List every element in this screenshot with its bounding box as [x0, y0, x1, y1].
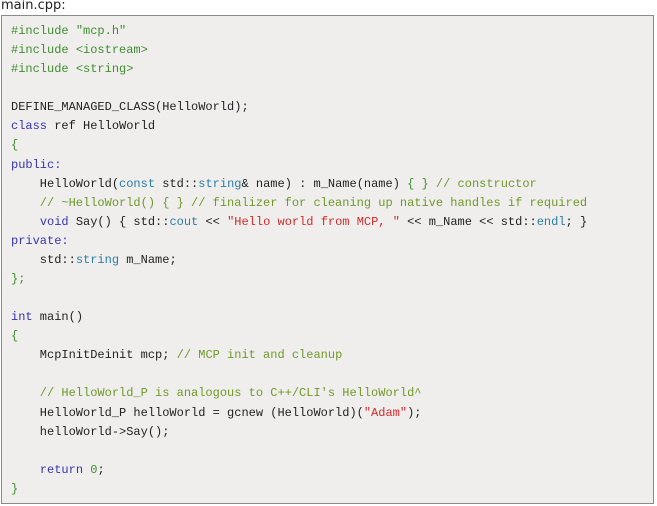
code-line: HelloWorld_P helloWorld = gcnew (HelloWo…	[11, 404, 587, 423]
code-token-type: string	[75, 252, 120, 267]
code-token-plain: McpInitDeinit mcp;	[11, 348, 177, 363]
code-line: public:	[11, 156, 587, 175]
code-token-inc: "mcp.h"	[75, 24, 127, 38]
code-token-plain: main()	[32, 310, 84, 325]
code-line: }	[11, 480, 587, 499]
code-token-kw: int	[11, 310, 33, 325]
code-token-inc: <string>	[75, 62, 134, 77]
code-token-brace: {	[11, 329, 19, 344]
code-token-pre: #include	[11, 62, 76, 77]
code-line: helloWorld->Say();	[11, 423, 587, 442]
code-token-type: cout	[169, 214, 199, 229]
code-line: return 0;	[11, 461, 587, 480]
code-token-plain: std::	[155, 176, 199, 191]
code-token-com: // constructor	[428, 176, 537, 191]
code-token-type: endl	[536, 214, 566, 229]
code-token-plain: << m_Name << std::	[399, 214, 537, 229]
code-line: DEFINE_MANAGED_CLASS(HelloWorld);	[11, 98, 587, 117]
code-line: // HelloWorld_P is analogous to C++/CLI'…	[11, 384, 587, 403]
code-token-plain: std::	[11, 252, 76, 267]
code-line: #include <iostream>	[11, 41, 587, 60]
code-listing: #include "mcp.h" #include <iostream> #incl…	[11, 22, 587, 499]
code-token-brace: }	[11, 481, 19, 496]
code-token-pre: #include	[11, 43, 76, 58]
file-name-label: main.cpp:	[1, 0, 66, 13]
code-token-brace: {	[11, 138, 19, 153]
code-token-plain: & name) : m_Name(name)	[241, 176, 408, 191]
code-token-str: "Hello world from MCP, "	[227, 214, 400, 229]
code-token-type: const	[119, 176, 156, 191]
code-line: };	[11, 270, 587, 289]
code-line: {	[11, 327, 587, 346]
code-token-kw: public:	[11, 157, 62, 172]
code-line: class ref HelloWorld	[11, 117, 587, 136]
code-line: McpInitDeinit mcp; // MCP init and clean…	[11, 346, 587, 365]
code-line: #include <string>	[11, 60, 587, 79]
code-line: {	[11, 136, 587, 155]
code-token-kw: private:	[11, 233, 69, 248]
code-token-type: string	[198, 176, 242, 191]
code-block: #include "mcp.h" #include <iostream> #incl…	[1, 15, 654, 504]
code-token-com: // HelloWorld_P is analogous to C++/CLI'…	[11, 386, 422, 401]
code-line: #include "mcp.h"	[11, 22, 587, 41]
code-token-inc: <iostream>	[75, 43, 148, 58]
code-token-kw: void	[39, 214, 69, 229]
code-line: int main()	[11, 308, 587, 327]
code-token-pre: #include	[11, 24, 76, 38]
code-line: void Say() { std::cout << "Hello world f…	[11, 213, 587, 232]
code-token-plain: <<	[198, 214, 228, 229]
code-token-kw: class	[11, 119, 48, 134]
code-line: private:	[11, 232, 587, 251]
code-token-plain: HelloWorld(	[11, 176, 120, 191]
code-token-com: // MCP init and cleanup	[176, 348, 343, 363]
code-token-plain: m_Name;	[119, 252, 177, 267]
code-token-plain: ref HelloWorld	[47, 119, 156, 134]
code-line: HelloWorld(const std::string& name) : m_…	[11, 175, 587, 194]
code-token-plain: ;	[97, 462, 105, 477]
code-token-brace: };	[11, 272, 26, 287]
code-line: std::string m_Name;	[11, 251, 587, 270]
code-token-brace: { }	[407, 176, 429, 191]
code-token-plain: HelloWorld_P helloWorld = gcnew (HelloWo…	[11, 405, 364, 420]
code-token-plain: ; }	[565, 214, 588, 229]
code-token-str: "Adam"	[363, 405, 408, 420]
code-line: // ~HelloWorld() { } // finalizer for cl…	[11, 194, 587, 213]
code-token-com: // ~HelloWorld() { } // finalizer for cl…	[11, 195, 588, 210]
code-token-plain: helloWorld->Say();	[11, 424, 170, 439]
code-token-plain: DEFINE_MANAGED_CLASS(HelloWorld);	[11, 100, 249, 115]
code-token-plain: );	[407, 405, 422, 420]
code-token-kw: return	[39, 462, 84, 477]
code-token-plain: Say() { std::	[68, 214, 170, 229]
